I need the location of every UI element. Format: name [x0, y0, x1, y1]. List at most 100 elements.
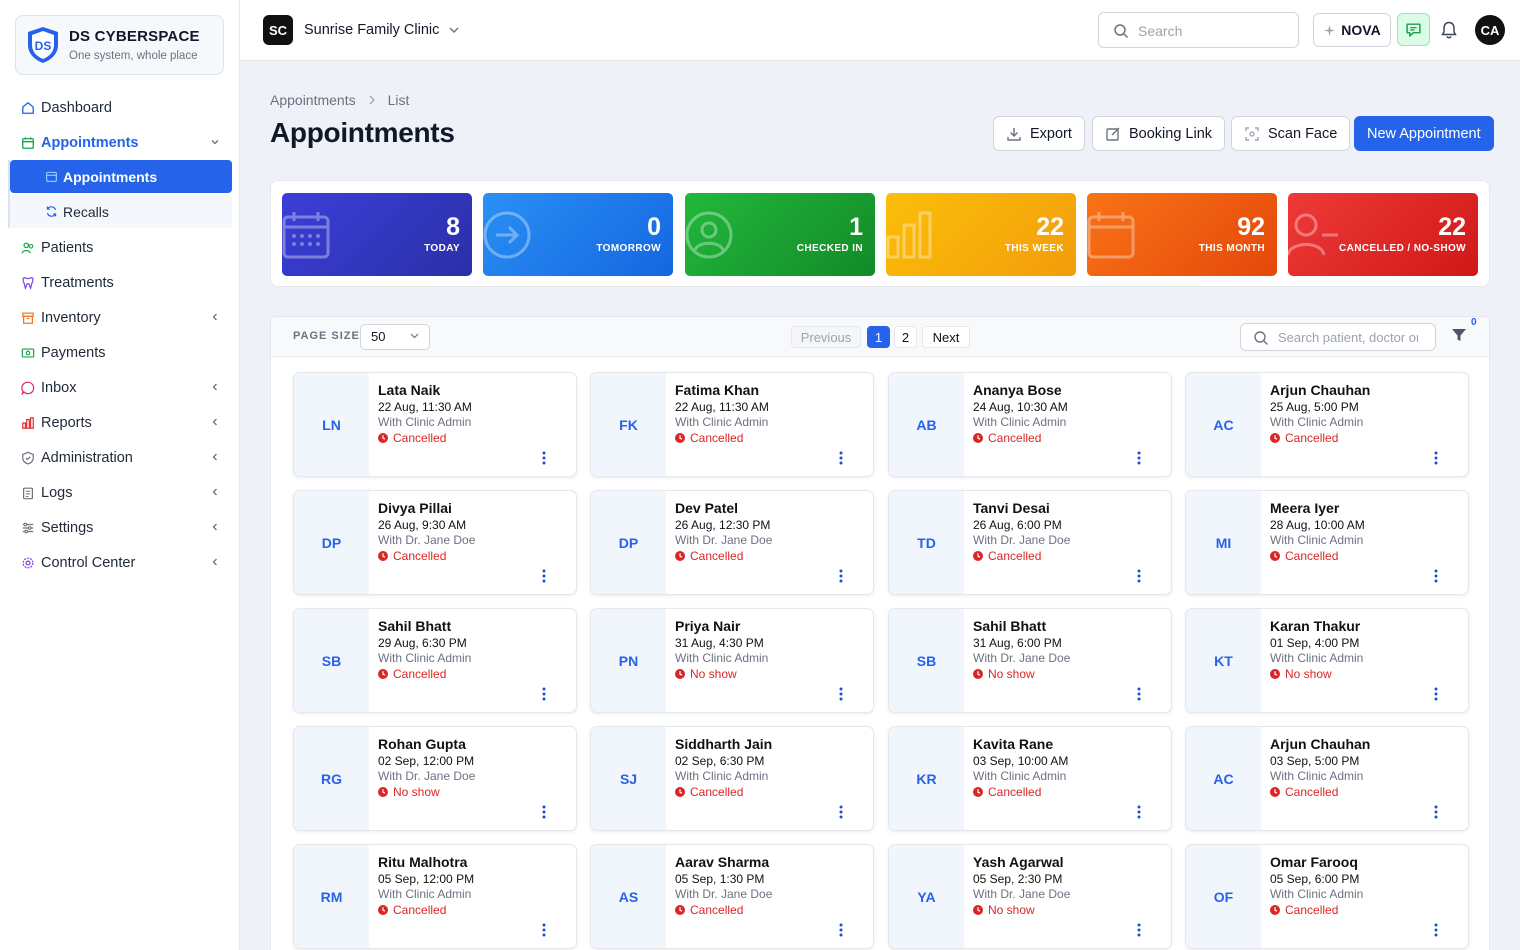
appointment-card[interactable]: OF Omar Farooq 05 Sep, 6:00 PM With Clinic … [1185, 844, 1469, 949]
global-search[interactable]: Search [1098, 12, 1299, 48]
page-size-select[interactable]: 50 [360, 324, 430, 350]
gear-icon [20, 555, 36, 571]
sidebar-item-label: Administration [41, 449, 133, 466]
appointment-card[interactable]: RG Rohan Gupta 02 Sep, 12:00 PM With Dr. Ja… [293, 726, 577, 831]
appointment-card[interactable]: KT Karan Thakur 01 Sep, 4:00 PM With Clinic… [1185, 608, 1469, 713]
appointment-card[interactable]: DP Divya Pillai 26 Aug, 9:30 AM With Dr. Ja… [293, 490, 577, 595]
stat-card-checked-in[interactable]: 1 CHECKED IN [685, 193, 875, 276]
new-appointment-button[interactable]: New Appointment [1354, 116, 1494, 151]
appointment-card[interactable]: KR Kavita Rane 03 Sep, 10:00 AM With Clinic… [888, 726, 1172, 831]
status-badge: Cancelled [675, 903, 743, 917]
sidebar-item-inventory[interactable]: Inventory [0, 300, 240, 335]
patient-initials: YA [889, 845, 964, 948]
more-vertical-icon[interactable] [1135, 450, 1143, 466]
page-button-2[interactable]: 2 [894, 326, 917, 348]
stat-card-this-month[interactable]: 92 THIS MONTH [1087, 193, 1277, 276]
stat-card-cancelled-no-show[interactable]: 22 CANCELLED / NO-SHOW [1288, 193, 1478, 276]
page-button-1[interactable]: 1 [867, 326, 890, 348]
appointment-card[interactable]: AS Aarav Sharma 05 Sep, 1:30 PM With Dr. Ja… [590, 844, 874, 949]
chevron-down-icon[interactable] [448, 25, 460, 35]
more-vertical-icon[interactable] [1135, 686, 1143, 702]
appointment-card[interactable]: LN Lata Naik 22 Aug, 11:30 AM With Clinic A… [293, 372, 577, 477]
sidebar-item-logs[interactable]: Logs [0, 475, 240, 510]
export-button[interactable]: Export [993, 116, 1085, 151]
clock-icon [1270, 787, 1280, 797]
appointment-card[interactable]: TD Tanvi Desai 26 Aug, 6:00 PM With Dr. Jan… [888, 490, 1172, 595]
previous-page-button[interactable]: Previous [791, 326, 861, 348]
appointment-card[interactable]: DP Dev Patel 26 Aug, 12:30 PM With Dr. Jane… [590, 490, 874, 595]
more-vertical-icon[interactable] [837, 804, 845, 820]
stat-card-this-week[interactable]: 22 THIS WEEK [886, 193, 1076, 276]
appointment-datetime: 05 Sep, 1:30 PM [675, 872, 765, 886]
sidebar-item-administration[interactable]: Administration [0, 440, 240, 475]
more-vertical-icon[interactable] [1135, 922, 1143, 938]
appointment-card[interactable]: YA Yash Agarwal 05 Sep, 2:30 PM With Dr. Ja… [888, 844, 1172, 949]
breadcrumb-parent[interactable]: Appointments [270, 92, 356, 108]
appointment-card[interactable]: AC Arjun Chauhan 03 Sep, 5:00 PM With Clini… [1185, 726, 1469, 831]
chat-button[interactable] [1397, 13, 1430, 46]
status-label: No show [690, 667, 737, 681]
clinic-switcher[interactable]: Sunrise Family Clinic [304, 22, 439, 38]
more-vertical-icon[interactable] [1135, 568, 1143, 584]
export-label: Export [1030, 125, 1072, 142]
appointment-card[interactable]: PN Priya Nair 31 Aug, 4:30 PM With Clinic A… [590, 608, 874, 713]
appointment-search[interactable]: Search patient, doctor or [1240, 323, 1436, 351]
more-vertical-icon[interactable] [540, 450, 548, 466]
sidebar-item-dashboard[interactable]: Dashboard [0, 90, 240, 125]
user-avatar[interactable]: CA [1475, 15, 1505, 45]
appointment-search-input[interactable]: Search patient, doctor or [1278, 330, 1418, 345]
stat-card-today[interactable]: 8 TODAY [282, 193, 472, 276]
stat-card-tomorrow[interactable]: 0 TOMORROW [483, 193, 673, 276]
bell-icon[interactable] [1439, 20, 1459, 40]
more-vertical-icon[interactable] [1432, 450, 1440, 466]
search-input[interactable]: Search [1138, 23, 1182, 39]
stat-label: TODAY [424, 243, 460, 254]
sidebar-item-treatments[interactable]: Treatments [0, 265, 240, 300]
sidebar-item-inbox[interactable]: Inbox [0, 370, 240, 405]
patient-initials: FK [591, 373, 666, 476]
status-badge: Cancelled [1270, 903, 1338, 917]
brand-switcher[interactable]: DS DS CYBERSPACE One system, whole place [15, 15, 224, 75]
scan-face-button[interactable]: Scan Face [1231, 116, 1351, 151]
sidebar-item-settings[interactable]: Settings [0, 510, 240, 545]
next-page-button[interactable]: Next [922, 326, 970, 348]
more-vertical-icon[interactable] [1432, 568, 1440, 584]
sidebar-item-control-center[interactable]: Control Center [0, 545, 240, 580]
more-vertical-icon[interactable] [540, 686, 548, 702]
appointment-card[interactable]: AC Arjun Chauhan 25 Aug, 5:00 PM With Clini… [1185, 372, 1469, 477]
sidebar-subitem-appointments[interactable]: Appointments [10, 160, 232, 193]
appointment-card[interactable]: AB Ananya Bose 24 Aug, 10:30 AM With Clinic… [888, 372, 1172, 477]
more-vertical-icon[interactable] [1135, 804, 1143, 820]
appointment-card[interactable]: RM Ritu Malhotra 05 Sep, 12:00 PM With Clin… [293, 844, 577, 949]
clock-icon [675, 551, 685, 561]
more-vertical-icon[interactable] [1432, 686, 1440, 702]
appointment-card[interactable]: SB Sahil Bhatt 31 Aug, 6:00 PM With Dr. Jan… [888, 608, 1172, 713]
status-badge: No show [973, 903, 1035, 917]
appointment-provider: With Clinic Admin [675, 651, 769, 665]
nova-button[interactable]: NOVA [1313, 13, 1391, 47]
sidebar-item-patients[interactable]: Patients [0, 230, 240, 265]
patient-name: Dev Patel [675, 500, 739, 516]
more-vertical-icon[interactable] [540, 922, 548, 938]
sidebar-subitem-recalls[interactable]: Recalls [10, 195, 232, 228]
more-vertical-icon[interactable] [837, 686, 845, 702]
arrow-circle-right-icon [483, 211, 531, 259]
clinic-avatar[interactable]: SC [263, 15, 293, 45]
sidebar-item-payments[interactable]: Payments [0, 335, 240, 370]
sidebar-subitem-label: Recalls [63, 203, 109, 220]
more-vertical-icon[interactable] [837, 450, 845, 466]
appointment-card[interactable]: FK Fatima Khan 22 Aug, 11:30 AM With Clinic… [590, 372, 874, 477]
sidebar-item-appointments[interactable]: Appointments [0, 125, 240, 160]
more-vertical-icon[interactable] [540, 804, 548, 820]
more-vertical-icon[interactable] [1432, 922, 1440, 938]
appointment-card[interactable]: SB Sahil Bhatt 29 Aug, 6:30 PM With Clinic … [293, 608, 577, 713]
filter-icon[interactable] [1451, 327, 1467, 343]
appointment-card[interactable]: SJ Siddharth Jain 02 Sep, 6:30 PM With Clin… [590, 726, 874, 831]
more-vertical-icon[interactable] [1432, 804, 1440, 820]
more-vertical-icon[interactable] [837, 922, 845, 938]
more-vertical-icon[interactable] [540, 568, 548, 584]
more-vertical-icon[interactable] [837, 568, 845, 584]
appointment-card[interactable]: MI Meera Iyer 28 Aug, 10:00 AM With Clinic … [1185, 490, 1469, 595]
sidebar-item-reports[interactable]: Reports [0, 405, 240, 440]
booking-link-button[interactable]: Booking Link [1092, 116, 1226, 151]
